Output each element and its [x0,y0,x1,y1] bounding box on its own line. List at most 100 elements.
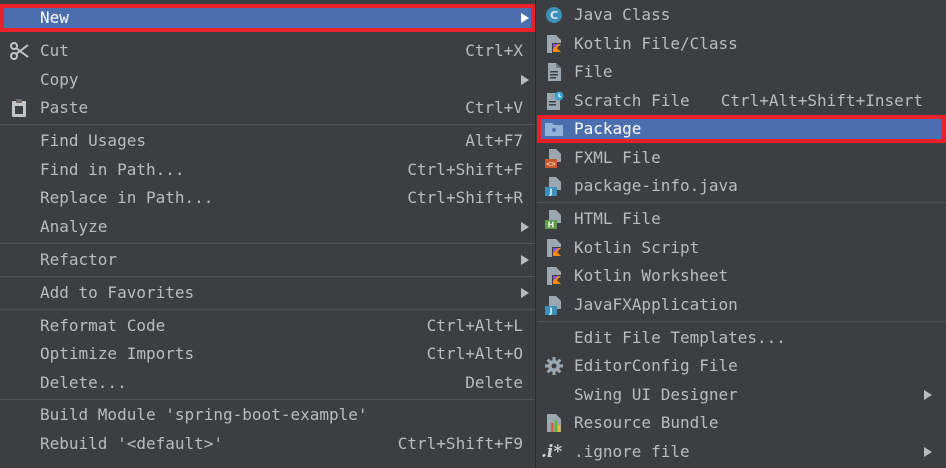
menu-item-shortcut: Alt+F7 [465,131,523,150]
svg-text:C: C [550,9,558,22]
menu-item-analyze[interactable]: Analyze [0,213,535,241]
submenu-item-editorconfig-file[interactable]: EditorConfig File [537,352,946,380]
submenu-item-html-file[interactable]: H HTML File [537,205,946,233]
menu-item-paste[interactable]: Paste Ctrl+V [0,94,535,122]
kotlin-script-icon [544,238,564,258]
svg-text:J: J [549,307,553,316]
submenu-item-kotlin-worksheet[interactable]: Kotlin Worksheet [537,262,946,290]
menu-item-add-to-favorites[interactable]: Add to Favorites [0,279,535,307]
menu-item-label: Paste [40,98,89,117]
menu-item-shortcut: Ctrl+Alt+O [426,344,523,363]
submenu-item-javafx-application[interactable]: J JavaFXApplication [537,291,946,319]
file-icon [544,62,564,82]
submenu-item-edit-file-templates[interactable]: Edit File Templates... [537,324,946,352]
submenu-item-label: .ignore file [574,442,690,461]
submenu-item-kotlin-file-class[interactable]: Kotlin File/Class [537,30,946,58]
submenu-item-label: Java Class [574,5,671,24]
fxml-file-icon: <> [544,148,564,168]
submenu-item-scratch-file[interactable]: Scratch File Ctrl+Alt+Shift+Insert [537,87,946,115]
resource-bundle-icon [544,413,564,433]
submenu-item-ignore-file[interactable]: .i* .ignore file [537,438,946,466]
menu-item-build-module[interactable]: Build Module 'spring-boot-example' [0,401,535,429]
scratch-file-icon [544,91,564,111]
menu-item-label: Optimize Imports [40,344,195,363]
menu-item-label: Cut [40,41,69,60]
menu-separator [0,276,535,277]
svg-text:H: H [548,221,555,230]
menu-separator [0,124,535,125]
submenu-item-java-class[interactable]: C Java Class [537,1,946,29]
submenu-item-label: Kotlin Worksheet [574,266,729,285]
submenu-item-label: Resource Bundle [574,413,719,432]
menu-item-copy[interactable]: Copy [0,66,535,94]
menu-item-label: Delete... [40,373,127,392]
menu-separator [0,243,535,244]
svg-text:<>: <> [546,160,556,169]
menu-item-delete[interactable]: Delete... Delete [0,369,535,397]
clipboard-icon [9,98,29,118]
submenu-item-kotlin-script[interactable]: Kotlin Script [537,234,946,262]
menu-separator [537,321,946,322]
menu-item-optimize-imports[interactable]: Optimize Imports Ctrl+Alt+O [0,340,535,368]
menu-item-shortcut: Ctrl+Alt+L [426,316,523,335]
menu-item-reformat-code[interactable]: Reformat Code Ctrl+Alt+L [0,312,535,340]
submenu-item-label: JavaFXApplication [574,295,738,314]
submenu-item-package-info[interactable]: J package-info.java [537,172,946,200]
submenu-item-label: FXML File [574,148,661,167]
submenu-item-label: EditorConfig File [574,356,738,375]
scissors-icon [9,41,29,61]
menu-item-label: Refactor [40,250,118,269]
kotlin-worksheet-icon [544,266,564,286]
submenu-item-label: Kotlin File/Class [574,34,738,53]
menu-item-label: Analyze [40,217,108,236]
submenu-arrow-icon [924,447,932,457]
menu-item-label: Find in Path... [40,160,185,179]
java-file-icon: J [544,176,564,196]
menu-item-shortcut: Delete [465,373,523,392]
kotlin-file-icon [544,34,564,54]
svg-text:J: J [549,188,553,197]
menu-item-find-usages[interactable]: Find Usages Alt+F7 [0,127,535,155]
submenu-item-label: Kotlin Script [574,238,700,257]
submenu-item-shortcut: Ctrl+Alt+Shift+Insert [720,91,923,110]
menu-item-refactor[interactable]: Refactor [0,246,535,274]
menu-item-shortcut: Ctrl+Shift+F [407,160,523,179]
submenu-item-label: Edit File Templates... [574,328,786,347]
menu-item-cut[interactable]: Cut Ctrl+X [0,37,535,65]
submenu-item-label: HTML File [574,209,661,228]
submenu-item-package[interactable]: Package [537,115,946,143]
submenu-item-label: Package [574,119,642,138]
menu-item-label: New [40,8,69,27]
menu-separator [0,309,535,310]
submenu-item-label: File [574,62,613,81]
menu-item-shortcut: Ctrl+Shift+F9 [397,434,523,453]
submenu-arrow-icon [521,222,529,232]
menu-item-label: Copy [40,70,79,89]
submenu-item-resource-bundle[interactable]: Resource Bundle [537,409,946,437]
menu-item-new[interactable]: New [0,4,535,32]
menu-item-shortcut: Ctrl+Shift+R [407,188,523,207]
menu-item-find-in-path[interactable]: Find in Path... Ctrl+Shift+F [0,156,535,184]
menu-item-label: Build Module 'spring-boot-example' [40,405,368,424]
menu-separator [537,202,946,203]
submenu-item-label: Swing UI Designer [574,385,738,404]
submenu-item-file[interactable]: File [537,58,946,86]
submenu-item-swing-ui-designer[interactable]: Swing UI Designer [537,381,946,409]
gear-icon [544,356,564,376]
java-class-icon: C [544,5,564,25]
submenu-arrow-icon [521,75,529,85]
submenu-arrow-icon [521,288,529,298]
menu-item-label: Reformat Code [40,316,166,335]
package-folder-icon [544,119,564,139]
menu-item-label: Rebuild '<default>' [40,434,224,453]
ignore-file-icon: .i* [541,442,563,462]
menu-item-label: Replace in Path... [40,188,214,207]
submenu-arrow-icon [521,255,529,265]
menu-item-replace-in-path[interactable]: Replace in Path... Ctrl+Shift+R [0,184,535,212]
submenu-item-label: Scratch File [574,91,690,110]
submenu-item-fxml-file[interactable]: <> FXML File [537,144,946,172]
menu-item-shortcut: Ctrl+X [465,41,523,60]
submenu-arrow-icon [924,390,932,400]
menu-item-rebuild[interactable]: Rebuild '<default>' Ctrl+Shift+F9 [0,430,535,458]
menu-item-shortcut: Ctrl+V [465,98,523,117]
